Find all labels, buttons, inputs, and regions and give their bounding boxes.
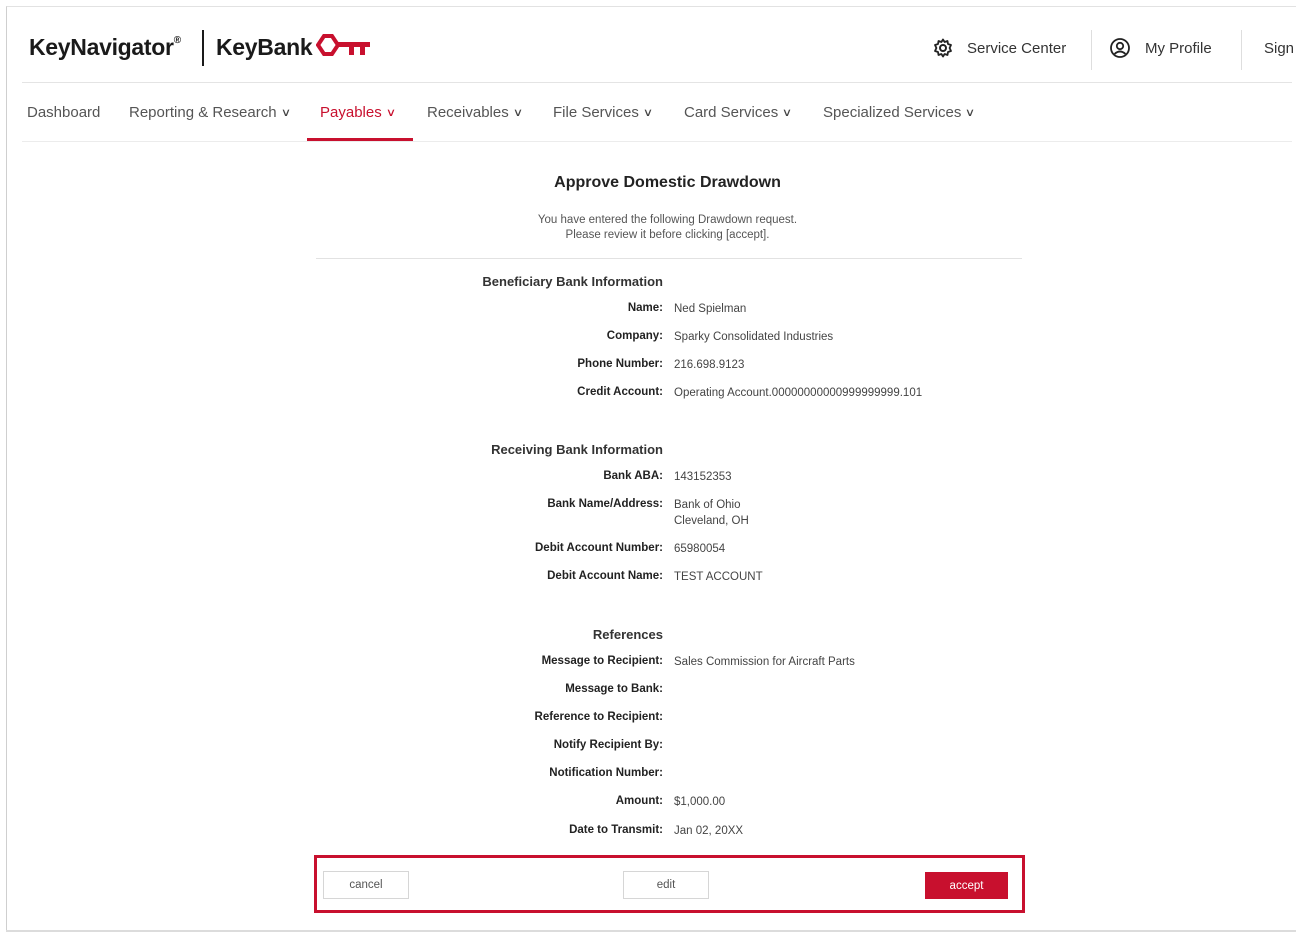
- field-value: 65980054: [674, 543, 726, 555]
- accept-button[interactable]: accept: [925, 872, 1008, 899]
- field-label: Name:: [627, 302, 663, 314]
- field-value: 143152353: [674, 471, 732, 483]
- intro-text: Please review it before clicking [accept…: [565, 229, 770, 241]
- field-value: TEST ACCOUNT: [674, 571, 763, 583]
- sign-out-label: Sign: [1264, 39, 1295, 57]
- field-label: Reference to Recipient:: [534, 711, 663, 723]
- nav-label: Card Services: [684, 103, 779, 121]
- nav-label: Reporting & Research: [129, 103, 277, 121]
- nav-payables[interactable]: Payables ∨: [320, 84, 396, 140]
- section-heading-references: References: [592, 627, 663, 642]
- field-label: Phone Number:: [577, 358, 663, 370]
- page-title: Approve Domestic Drawdown: [554, 174, 781, 191]
- nav-reporting-research[interactable]: Reporting & Research ∨: [129, 84, 291, 140]
- nav-card-services[interactable]: Card Services ∨: [684, 84, 793, 140]
- field-value: Cleveland, OH: [674, 515, 749, 527]
- user-circle-icon: [1110, 38, 1130, 58]
- field-value: 216.698.9123: [674, 359, 745, 371]
- chevron-down-icon: ∨: [280, 106, 291, 119]
- field-value: $1,000.00: [674, 796, 726, 808]
- nav-label: Payables: [320, 103, 382, 121]
- field-value: Sparky Consolidated Industries: [674, 331, 834, 343]
- logo-divider: [202, 30, 204, 66]
- nav-label: Receivables: [427, 103, 509, 121]
- header: KeyNavigator® KeyBank Service Center My …: [6, 6, 1301, 84]
- section-heading-receiving: Receiving Bank Information: [491, 442, 663, 457]
- field-value: Sales Commission for Aircraft Parts: [674, 656, 855, 668]
- field-value: Jan 02, 20XX: [674, 825, 744, 837]
- field-value: Ned Spielman: [674, 303, 747, 315]
- field-label: Message to Recipient:: [541, 655, 663, 667]
- field-label: Notify Recipient By:: [553, 739, 663, 751]
- field-label: Bank ABA:: [603, 470, 663, 482]
- chevron-down-icon: ∨: [965, 106, 976, 119]
- chevron-down-icon: ∨: [781, 106, 793, 119]
- service-center-label: Service Center: [967, 39, 1067, 57]
- nav-specialized-services[interactable]: Specialized Services ∨: [823, 84, 976, 140]
- registered-mark: ®: [173, 35, 181, 47]
- field-label: Credit Account:: [577, 386, 663, 398]
- header-divider: [1091, 30, 1092, 70]
- field-label: Message to Bank:: [565, 683, 663, 695]
- keynavigator-logo[interactable]: KeyNavigator®: [29, 34, 181, 61]
- nav-file-services[interactable]: File Services ∨: [553, 84, 654, 140]
- nav-dashboard[interactable]: Dashboard: [27, 84, 100, 140]
- field-value: Bank of Ohio: [674, 499, 741, 511]
- nav-label: Specialized Services: [823, 103, 962, 121]
- nav-label: File Services: [553, 103, 639, 121]
- chevron-down-icon: ∨: [642, 106, 654, 119]
- section-heading-beneficiary: Beneficiary Bank Information: [482, 274, 663, 289]
- field-label: Bank Name/Address:: [547, 498, 663, 510]
- chevron-down-icon: ∨: [385, 106, 396, 119]
- keybank-logo-text[interactable]: KeyBank: [216, 34, 313, 61]
- keynavigator-text: KeyNavigator: [29, 34, 174, 60]
- field-value: Operating Account.00000000000999999999.1…: [674, 387, 923, 399]
- field-label: Company:: [606, 330, 663, 342]
- gear-icon: [934, 38, 952, 58]
- cancel-button[interactable]: cancel: [323, 871, 409, 899]
- chevron-down-icon: ∨: [512, 106, 523, 119]
- keybank-key-icon: [316, 34, 370, 56]
- my-profile-link[interactable]: My Profile: [1109, 28, 1212, 68]
- service-center-link[interactable]: Service Center: [933, 28, 1066, 68]
- edit-button[interactable]: edit: [623, 871, 709, 899]
- field-label: Debit Account Name:: [547, 570, 663, 582]
- header-divider: [1241, 30, 1242, 70]
- bottom-divider: [6, 930, 1296, 932]
- intro-text: You have entered the following Drawdown …: [537, 214, 798, 226]
- field-label: Notification Number:: [549, 767, 663, 779]
- nav-top-divider: [22, 82, 1292, 83]
- nav-label: Dashboard: [27, 103, 101, 121]
- field-label: Debit Account Number:: [535, 542, 663, 554]
- nav-receivables[interactable]: Receivables ∨: [427, 84, 523, 140]
- window-frame: [6, 6, 1296, 932]
- main-nav: Dashboard Reporting & Research ∨ Payables…: [22, 84, 1292, 140]
- nav-bottom-divider: [22, 141, 1292, 142]
- sign-out-link[interactable]: Sign: [1264, 28, 1294, 68]
- field-label: Date to Transmit:: [569, 824, 663, 836]
- content-divider: [316, 258, 1022, 259]
- my-profile-label: My Profile: [1145, 39, 1212, 57]
- field-label: Amount:: [615, 795, 663, 807]
